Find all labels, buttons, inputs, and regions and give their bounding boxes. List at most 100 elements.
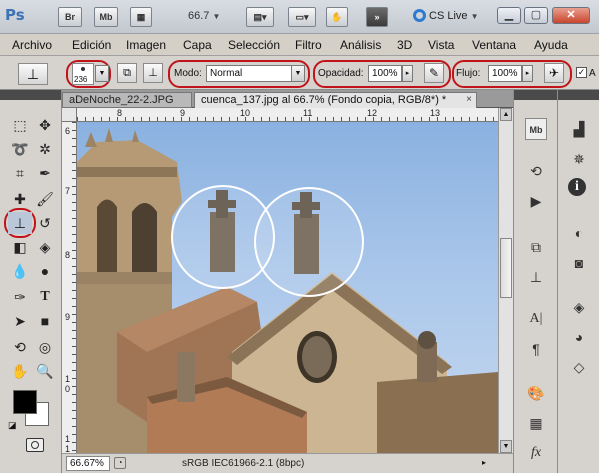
- pattern-stamp-button[interactable]: ⊥: [143, 63, 163, 83]
- blend-mode-dropdown-arrow[interactable]: ▼: [291, 65, 305, 82]
- ruler-origin[interactable]: [62, 108, 77, 122]
- blur-tool-icon[interactable]: 💧: [8, 260, 32, 282]
- workspace-switcher-button[interactable]: »: [366, 7, 388, 27]
- rectangle-tool-icon[interactable]: ■: [33, 310, 57, 332]
- panel-dock-right: ▟ ✵ i ◐ ◙ ◈ ◕ ◇: [557, 90, 599, 473]
- histogram-icon[interactable]: ▟: [568, 118, 590, 140]
- fx-styles-icon[interactable]: fx: [525, 442, 547, 464]
- menu-seleccion[interactable]: Selección: [228, 38, 280, 52]
- menu-3d[interactable]: 3D: [397, 38, 412, 52]
- default-colors-icon[interactable]: ◪: [8, 420, 17, 431]
- hand-tool-button[interactable]: ✋: [326, 7, 348, 27]
- history-brush-tool-icon[interactable]: ↺: [33, 212, 57, 234]
- opacity-slider-arrow[interactable]: ▸: [402, 65, 413, 82]
- zoom-percent-input[interactable]: 66.67%: [66, 456, 110, 471]
- spot-healing-tool-icon[interactable]: ✚: [8, 188, 32, 210]
- view-extras-button[interactable]: ▦: [130, 7, 152, 27]
- flow-slider-arrow[interactable]: ▸: [522, 65, 533, 82]
- type-tool-icon[interactable]: T: [33, 286, 57, 308]
- magic-wand-tool-icon[interactable]: ✲: [33, 138, 57, 160]
- brush-dropdown-arrow[interactable]: ▼: [95, 65, 109, 82]
- menu-ventana[interactable]: Ventana: [472, 38, 516, 52]
- masks-icon[interactable]: ◙: [568, 252, 590, 274]
- menu-imagen[interactable]: Imagen: [126, 38, 166, 52]
- maximize-button[interactable]: ▢: [524, 7, 548, 24]
- clone-source-panel-button[interactable]: ⧉: [117, 63, 137, 83]
- minimize-button[interactable]: ▁: [497, 7, 521, 24]
- zoom-level-display[interactable]: 66.7 ▼: [188, 10, 220, 22]
- 3d-orbit-tool-icon[interactable]: ◎: [33, 336, 57, 358]
- lasso-tool-icon[interactable]: ➰: [8, 138, 32, 160]
- flow-input[interactable]: 100%: [488, 65, 522, 82]
- crop-tool-icon[interactable]: ⌗: [8, 162, 32, 184]
- menu-edicion[interactable]: Edición: [72, 38, 111, 52]
- clone-source-icon[interactable]: ⧉: [525, 236, 547, 258]
- menu-ayuda[interactable]: Ayuda: [534, 38, 568, 52]
- paragraph-icon[interactable]: ¶: [525, 338, 547, 360]
- marquee-tool-icon[interactable]: ⬚: [8, 114, 32, 136]
- menu-analisis[interactable]: Análisis: [340, 38, 381, 52]
- grid-panel-icon[interactable]: ▦: [525, 412, 547, 434]
- airbrush-button[interactable]: ✈: [544, 63, 564, 83]
- adjustments-icon[interactable]: ◐: [568, 222, 590, 244]
- brush-preset-picker[interactable]: 236: [72, 63, 94, 85]
- launch-minibridge-button[interactable]: Mb: [94, 7, 118, 27]
- scroll-up-arrow[interactable]: ▲: [500, 108, 512, 121]
- swatches-icon[interactable]: 🎨: [525, 382, 547, 404]
- layers-icon[interactable]: ◈: [568, 296, 590, 318]
- eraser-tool-icon[interactable]: ◧: [8, 236, 32, 258]
- menu-archivo[interactable]: Archivo: [12, 38, 52, 52]
- vertical-ruler[interactable]: 6 7 8 9 1 0 1 1: [62, 122, 77, 453]
- quick-mask-button[interactable]: [26, 438, 44, 452]
- path-selection-tool-icon[interactable]: ➤: [8, 310, 32, 332]
- scroll-thumb[interactable]: [500, 238, 512, 298]
- tab-document-2[interactable]: cuenca_137.jpg al 66.7% (Fondo copia, RG…: [194, 92, 477, 108]
- brush-presets-icon[interactable]: ⊥: [525, 266, 547, 288]
- menu-vista[interactable]: Vista: [428, 38, 454, 52]
- 3d-rotate-tool-icon[interactable]: ⟲: [8, 336, 32, 358]
- blend-mode-select[interactable]: Normal: [206, 65, 292, 82]
- panel-dock-left: Mb ⟲ ▶ ⧉ ⊥ A| ¶ 🎨 ▦ fx: [513, 90, 557, 473]
- zoom-tool-icon[interactable]: 🔍: [33, 360, 57, 382]
- paint-bucket-tool-icon[interactable]: ◈: [33, 236, 57, 258]
- channels-icon[interactable]: ◕: [568, 326, 590, 348]
- horizontal-ruler[interactable]: 8 9 10 11 12 13: [77, 108, 498, 122]
- paths-icon[interactable]: ◇: [568, 356, 590, 378]
- close-icon[interactable]: ×: [466, 94, 472, 105]
- launch-bridge-button[interactable]: Br: [58, 7, 82, 27]
- foreground-color-swatch-top[interactable]: [13, 390, 37, 414]
- tools-panel-header[interactable]: [0, 90, 61, 100]
- menu-capa[interactable]: Capa: [183, 38, 212, 52]
- eyedropper-tool-icon[interactable]: ✒: [33, 162, 57, 184]
- panel-dock-header[interactable]: [514, 90, 557, 100]
- tool-preset-picker[interactable]: ⊥: [18, 63, 48, 85]
- arrange-documents-button[interactable]: ▤▾: [246, 7, 274, 27]
- opacity-input[interactable]: 100%: [368, 65, 402, 82]
- status-info-icon[interactable]: ◔: [114, 457, 126, 469]
- document-canvas[interactable]: [77, 122, 498, 453]
- cs-live-menu[interactable]: CS Live ▼: [413, 9, 479, 22]
- vertical-scrollbar[interactable]: ▲ ▼: [498, 108, 513, 453]
- character-icon[interactable]: A|: [525, 308, 547, 330]
- mini-bridge-icon[interactable]: Mb: [525, 118, 547, 140]
- aligned-checkbox[interactable]: ✓: [576, 67, 587, 78]
- ruler-ticks: [77, 117, 498, 121]
- menu-filtro[interactable]: Filtro: [295, 38, 322, 52]
- info-icon[interactable]: i: [568, 178, 586, 196]
- status-menu-arrow[interactable]: ▸: [482, 458, 486, 467]
- opacity-pressure-button[interactable]: ✎: [424, 63, 444, 83]
- scroll-down-arrow[interactable]: ▼: [500, 440, 512, 453]
- tab-document-1[interactable]: aDeNoche_22-2.JPG: [62, 92, 192, 108]
- close-button[interactable]: ✕: [552, 7, 590, 24]
- pen-tool-icon[interactable]: ✑: [8, 286, 32, 308]
- actions-icon[interactable]: ▶: [525, 190, 547, 212]
- hand-tool-icon[interactable]: ✋: [8, 360, 32, 382]
- panel-dock-header[interactable]: [558, 90, 599, 100]
- move-tool-icon[interactable]: ✥: [33, 114, 57, 136]
- navigator-icon[interactable]: ✵: [568, 148, 590, 170]
- screen-mode-button[interactable]: ▭▾: [288, 7, 316, 27]
- dodge-tool-icon[interactable]: ●: [33, 260, 57, 282]
- clone-stamp-tool-icon[interactable]: ⊥: [8, 212, 32, 234]
- brush-tool-icon[interactable]: 🖌: [33, 188, 57, 210]
- history-icon[interactable]: ⟲: [525, 160, 547, 182]
